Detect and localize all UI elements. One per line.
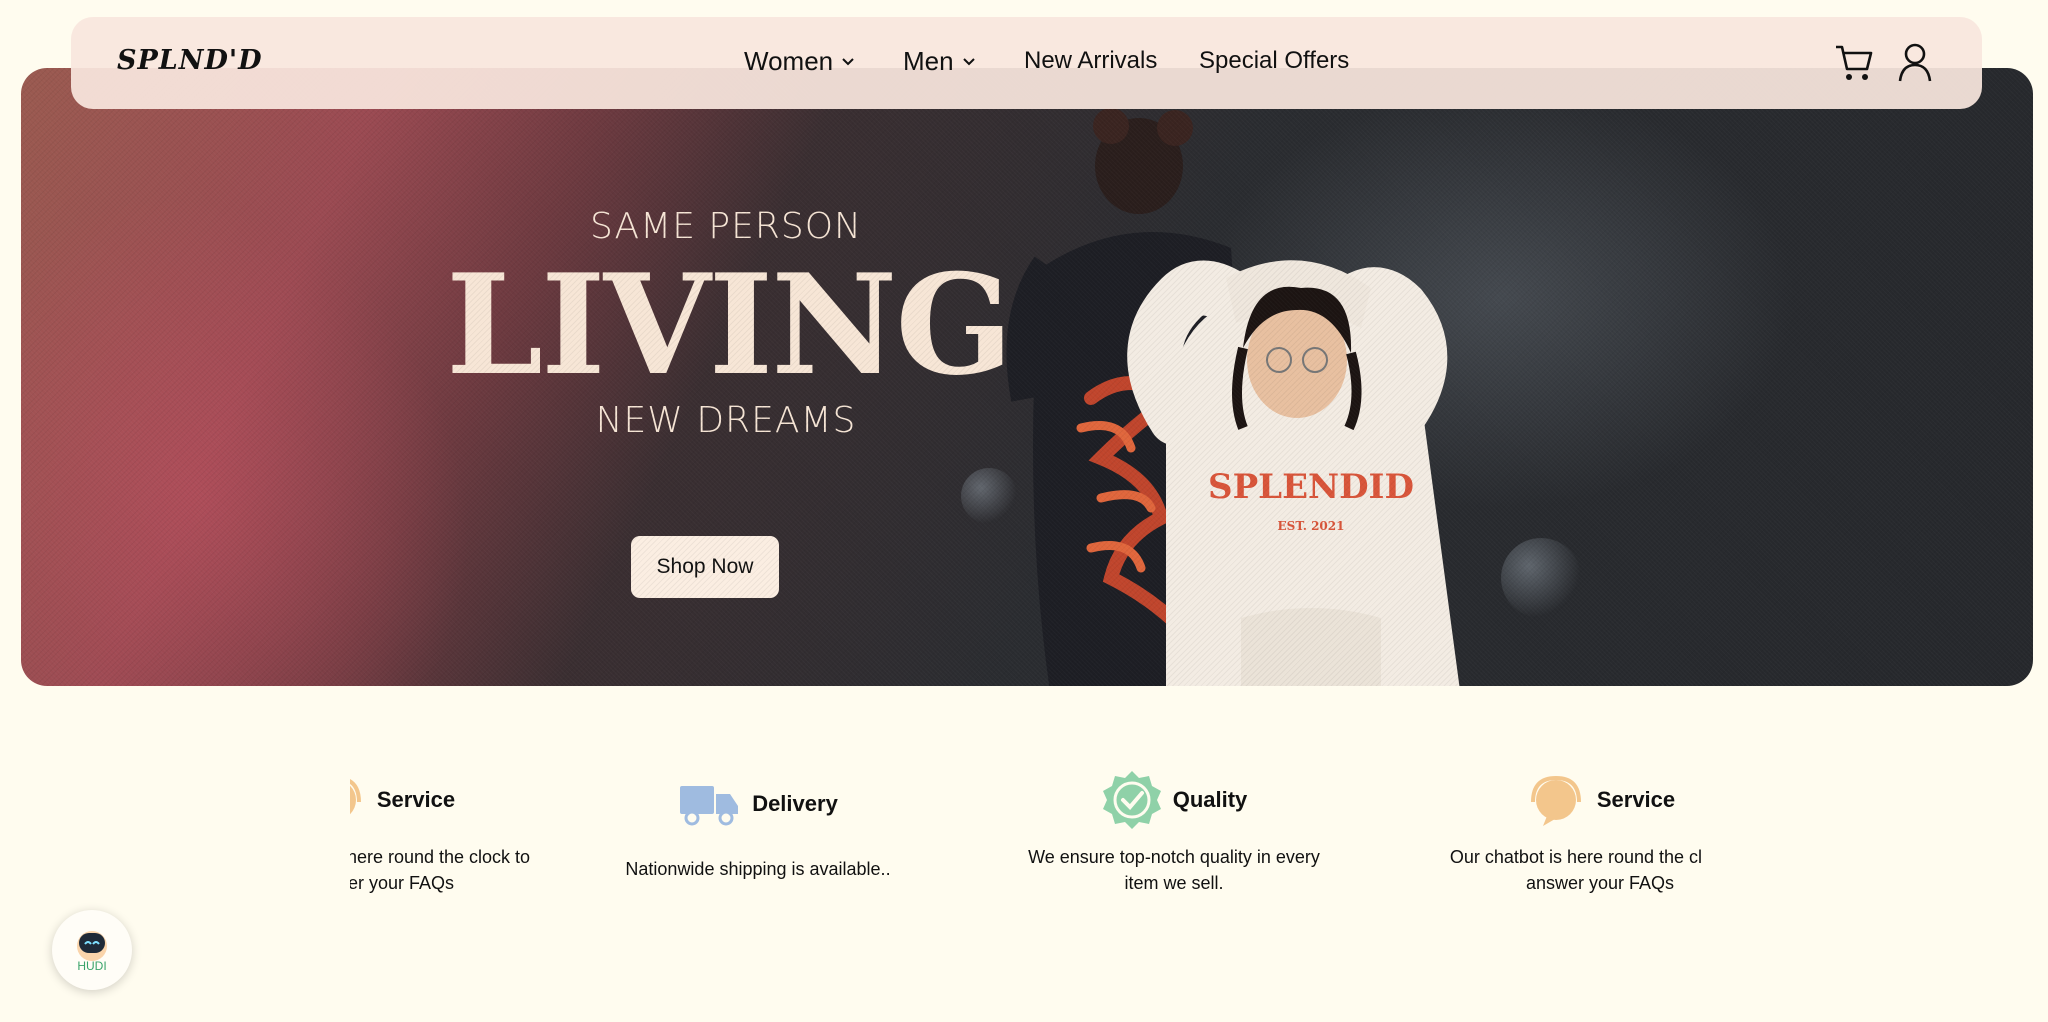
robot-icon <box>77 931 107 961</box>
chevron-down-icon <box>962 57 975 65</box>
feature-title: Service <box>1596 787 1676 812</box>
nav-item-label: Women <box>744 46 834 76</box>
brand-logo[interactable]: SPLND'D <box>117 45 263 76</box>
truck-icon <box>680 786 739 826</box>
features-strip: Service Our chatbot is here round the cl… <box>0 770 2048 950</box>
feature-text: answer your FAQs <box>350 873 455 893</box>
feature-title: Quality <box>1172 787 1248 812</box>
feature-card-delivery: Delivery Nationwide shipping is availabl… <box>600 774 916 882</box>
top-navigation-bar: SPLND'D Women Men New Arrivals Special O… <box>71 17 1982 109</box>
feature-title: Delivery <box>752 791 838 816</box>
feature-text: Our chatbot is here round the clock to <box>1449 847 1702 867</box>
feature-card-service: Service Our chatbot is here round the cl… <box>1420 770 1702 940</box>
feature-text: We ensure top-notch quality in every <box>1028 847 1320 867</box>
hero-banner: SAME PERSON LIVING NEW DREAMS Shop Now S… <box>21 68 2033 686</box>
nav-item-label: Special Offers <box>1199 47 1350 74</box>
feature-text: Nationwide shipping is available.. <box>625 859 891 879</box>
model-front: SPLENDID EST. 2021 <box>1127 260 1460 686</box>
feature-text: item we sell. <box>1124 873 1224 893</box>
nav-item-women[interactable]: Women <box>744 46 855 77</box>
nav-item-label: Men <box>903 46 954 76</box>
shop-now-button[interactable]: Shop Now <box>631 536 779 598</box>
verified-badge-icon <box>1102 771 1161 829</box>
nav-item-new-arrivals[interactable]: New Arrivals <box>1024 47 1157 75</box>
chevron-down-icon <box>842 57 854 65</box>
cart-icon[interactable] <box>1833 41 1875 83</box>
chat-support-icon <box>1530 775 1581 826</box>
hoodie-print: SPLENDID <box>1208 467 1414 507</box>
chat-support-icon <box>350 779 361 815</box>
nav-item-men[interactable]: Men <box>903 46 976 77</box>
hero-models-image: SPLENDID EST. 2021 <box>1006 108 1460 686</box>
feature-text: answer your FAQs <box>1525 873 1675 893</box>
hoodie-est: EST. 2021 <box>1278 519 1345 533</box>
user-icon[interactable] <box>1895 41 1935 83</box>
nav-item-label: New Arrivals <box>1024 47 1158 74</box>
feature-title: Service <box>376 787 456 812</box>
hero-line-new-dreams: NEW DREAMS <box>595 400 857 441</box>
nav-item-special-offers[interactable]: Special Offers <box>1199 47 1349 75</box>
hero-line-living: LIVING <box>446 243 1013 406</box>
chatbot-launcher[interactable]: HUDI <box>52 910 132 990</box>
feature-text: Our chatbot is here round the clock to <box>350 847 531 867</box>
chatbot-label: HUDI <box>77 959 107 973</box>
feature-card-service-partial: Service Our chatbot is here round the cl… <box>350 770 540 940</box>
feature-card-quality: Quality We ensure top-notch quality in e… <box>1000 770 1348 896</box>
